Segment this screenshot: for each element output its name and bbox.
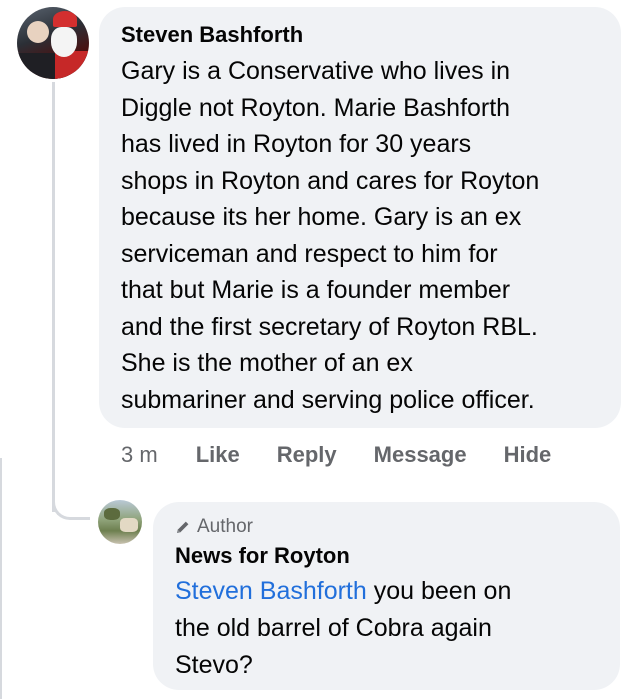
- comment-line: shops in Royton and cares for Royton: [121, 166, 540, 195]
- comment-line: submariner and serving police officer.: [121, 385, 535, 414]
- mention-link[interactable]: Steven Bashforth: [175, 577, 367, 605]
- reply-button[interactable]: Reply: [277, 442, 337, 468]
- author-badge-label: Author: [197, 516, 253, 537]
- pencil-icon: [177, 521, 189, 533]
- comment-author-name[interactable]: Steven Bashforth: [121, 21, 603, 49]
- comment-line: has lived in Royton for 30 years: [121, 130, 472, 158]
- reply-author-name[interactable]: News for Royton: [175, 541, 602, 571]
- adjacent-thread-line: [0, 458, 2, 699]
- reply-bubble: Author News for Royton Steven Bashforth …: [153, 502, 620, 690]
- like-button[interactable]: Like: [196, 442, 240, 468]
- thread-connector-line: [52, 82, 55, 512]
- reply-text: Steven Bashforth you been on the old bar…: [175, 573, 602, 684]
- comment-line: because its her home. Gary is an ex: [121, 203, 522, 231]
- author-badge: Author: [175, 515, 602, 539]
- reply-author-avatar[interactable]: [98, 500, 142, 544]
- thread-connector-curve: [52, 480, 90, 520]
- comment-thread: Steven Bashforth Gary is a Conservative …: [0, 0, 622, 699]
- comment-actions: 3 m Like Reply Message Hide: [121, 440, 551, 470]
- comment-timestamp[interactable]: 3 m: [121, 442, 158, 468]
- comment-line: Gary is a Conservative who lives in: [121, 57, 511, 85]
- reply-line: Stevo?: [175, 651, 253, 679]
- reply-line-rest: you been on: [366, 577, 512, 605]
- reply-line: Steven Bashforth you been on: [175, 573, 602, 610]
- message-button[interactable]: Message: [374, 442, 467, 468]
- comment-line: Diggle not Royton. Marie Bashforth: [121, 93, 511, 122]
- comment-line: that but Marie is a founder member: [121, 276, 511, 304]
- comment-text: Gary is a Conservative who lives in Digg…: [121, 53, 603, 418]
- comment-bubble: Steven Bashforth Gary is a Conservative …: [99, 7, 621, 428]
- commenter-avatar[interactable]: [17, 7, 89, 79]
- comment-line: She is the mother of an ex: [121, 349, 413, 377]
- comment-line: serviceman and respect to him for: [121, 239, 498, 268]
- hide-button[interactable]: Hide: [504, 442, 552, 468]
- reply-line: the old barrel of Cobra again: [175, 614, 492, 642]
- comment-line: and the first secretary of Royton RBL.: [121, 312, 538, 341]
